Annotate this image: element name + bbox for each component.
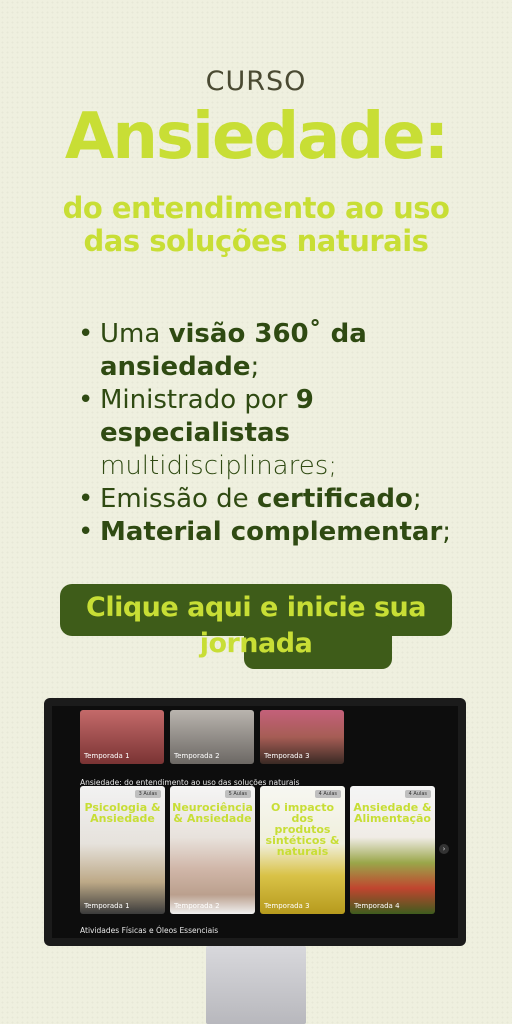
season-card[interactable]: 4 Aulas Ansiedade & Alimentação Temporad… [350,786,435,914]
season-card[interactable]: Temporada 3 [260,710,344,764]
season-label: Temporada 3 [264,752,310,760]
season-label: Temporada 1 [84,902,130,910]
card-title: Neurociência & Ansiedade [172,801,253,825]
lessons-badge: 4 Aulas [314,790,341,798]
season-card[interactable]: Temporada 2 [170,710,254,764]
monitor-mockup: Temporada 1 Temporada 2 Temporada 3 Ansi… [44,698,466,946]
card-title: Psicologia & Ansiedade [84,801,161,825]
start-journey-button[interactable]: Clique aqui e inicie sua jornada [60,584,452,669]
subtitle-line-2: das soluções naturais [83,224,429,258]
feature-item: Material complementar; [78,516,488,549]
season-label: Temporada 3 [264,902,310,910]
season-label: Temporada 1 [84,752,130,760]
lessons-badge: 5 Aulas [224,790,251,798]
cta-label-line-1: Clique aqui e inicie sua [86,592,426,623]
cta-label-line-2: jornada [199,628,313,659]
season-card[interactable]: 3 Aulas Psicologia & Ansiedade Temporada… [80,786,165,914]
feature-item: Ministrado por 9 especialistas multidisc… [78,384,488,483]
card-title: O impacto dos produtos sintéticos & natu… [265,801,340,858]
lessons-badge: 3 Aulas [134,790,161,798]
season-label: Temporada 2 [174,752,220,760]
season-card[interactable]: Temporada 1 [80,710,164,764]
feature-list: Uma visão 360˚ da ansiedade; Ministrado … [78,318,488,549]
course-eyebrow: CURSO [205,66,307,97]
feature-item: Emissão de certificado; [78,483,488,516]
carousel-next-icon[interactable]: › [439,844,449,854]
course-platform-screen: Temporada 1 Temporada 2 Temporada 3 Ansi… [52,706,458,938]
season-card[interactable]: 4 Aulas O impacto dos produtos sintético… [260,786,345,914]
lessons-badge: 4 Aulas [404,790,431,798]
feature-item: Uma visão 360˚ da ansiedade; [78,318,488,384]
subtitle-line-1: do entendimento ao uso [62,191,450,225]
course-subtitle: do entendimento ao uso das soluções natu… [0,192,512,258]
section-title: Atividades Físicas e Óleos Essenciais [80,926,219,935]
course-title: Ansiedade: [64,100,449,174]
card-title: Ansiedade & Alimentação [353,801,432,825]
season-label: Temporada 4 [354,902,400,910]
monitor-stand [206,946,306,1024]
season-label: Temporada 2 [174,902,220,910]
season-card[interactable]: 5 Aulas Neurociência & Ansiedade Tempora… [170,786,255,914]
